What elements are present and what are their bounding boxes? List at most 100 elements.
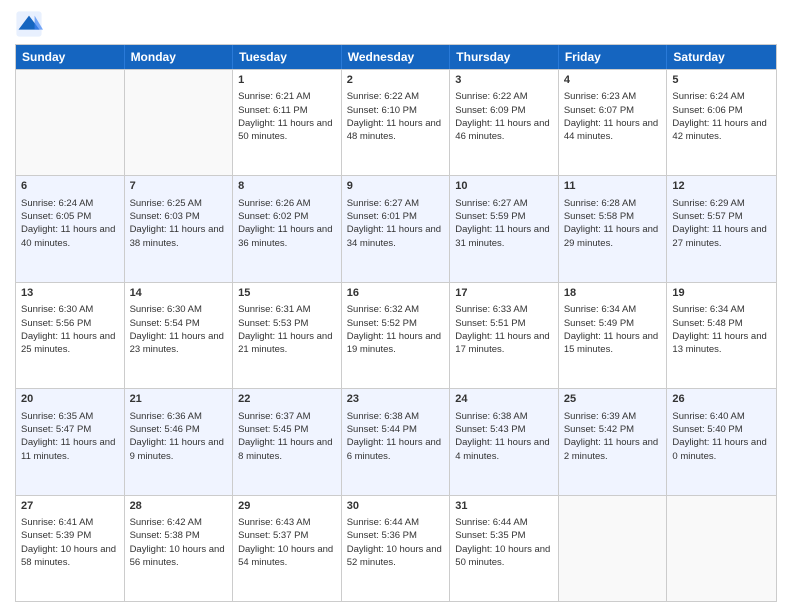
day-number: 1 xyxy=(238,73,336,88)
calendar-week-2: 6Sunrise: 6:24 AMSunset: 6:05 PMDaylight… xyxy=(16,175,776,281)
day-number: 7 xyxy=(130,179,228,194)
sunrise-text: Sunrise: 6:34 AM xyxy=(564,304,636,315)
daylight-text: Daylight: 11 hours and 40 minutes. xyxy=(21,224,115,248)
sunset-text: Sunset: 6:11 PM xyxy=(238,105,308,116)
sunset-text: Sunset: 6:10 PM xyxy=(347,105,417,116)
day-cell-23: 23 Sunrise: 6:38 AM Sunset: 5:44 PM Dayligh… xyxy=(342,389,451,494)
sunrise-text: Sunrise: 6:24 AM xyxy=(21,198,93,209)
daylight-text: Daylight: 11 hours and 15 minutes. xyxy=(564,331,658,355)
daylight-text: Daylight: 11 hours and 0 minutes. xyxy=(672,437,766,461)
day-cell-15: 15Sunrise: 6:31 AMSunset: 5:53 PMDayligh… xyxy=(233,283,342,388)
day-number: 2 xyxy=(347,73,445,88)
daylight-text: Daylight: 11 hours and 36 minutes. xyxy=(238,224,332,248)
daylight-text: Daylight: 10 hours and 58 minutes. xyxy=(21,544,116,568)
daylight-text: Daylight: 11 hours and 6 minutes. xyxy=(347,437,441,461)
day-number: 23 xyxy=(347,392,445,407)
daylight-text: Daylight: 11 hours and 29 minutes. xyxy=(564,224,658,248)
sunrise-text: Sunrise: 6:39 AM xyxy=(564,411,636,422)
day-number: 10 xyxy=(455,179,553,194)
sunrise-text: Sunrise: 6:35 AM xyxy=(21,411,93,422)
daylight-text: Daylight: 11 hours and 25 minutes. xyxy=(21,331,115,355)
day-number: 24 xyxy=(455,392,553,407)
day-number: 14 xyxy=(130,286,228,301)
day-number: 4 xyxy=(564,73,662,88)
day-cell-25: 25Sunrise: 6:39 AMSunset: 5:42 PMDayligh… xyxy=(559,389,668,494)
day-header-tuesday: Tuesday xyxy=(233,45,342,69)
day-cell-11: 11Sunrise: 6:28 AMSunset: 5:58 PMDayligh… xyxy=(559,176,668,281)
day-number: 8 xyxy=(238,179,336,194)
day-cell-26: 26Sunrise: 6:40 AMSunset: 5:40 PMDayligh… xyxy=(667,389,776,494)
daylight-text: Daylight: 11 hours and 4 minutes. xyxy=(455,437,549,461)
day-cell-20: 20 Sunrise: 6:35 AM Sunset: 5:47 PM Dayligh… xyxy=(16,389,125,494)
day-cell-1: 1Sunrise: 6:21 AMSunset: 6:11 PMDaylight… xyxy=(233,70,342,175)
sunrise-text: Sunrise: 6:23 AM xyxy=(564,91,636,102)
sunrise-text: Sunrise: 6:32 AM xyxy=(347,304,419,315)
daylight-text: Daylight: 11 hours and 46 minutes. xyxy=(455,118,549,142)
day-header-saturday: Saturday xyxy=(667,45,776,69)
sunrise-text: Sunrise: 6:26 AM xyxy=(238,198,310,209)
day-cell-6: 6Sunrise: 6:24 AMSunset: 6:05 PMDaylight… xyxy=(16,176,125,281)
sunset-text: Sunset: 5:38 PM xyxy=(130,530,200,541)
empty-cell xyxy=(16,70,125,175)
sunset-text: Sunset: 5:47 PM xyxy=(21,424,91,435)
day-cell-5: 5 Sunrise: 6:24 AM Sunset: 6:06 PM Daylight… xyxy=(667,70,776,175)
day-number: 17 xyxy=(455,286,553,301)
day-number: 16 xyxy=(347,286,445,301)
daylight-text: Daylight: 11 hours and 34 minutes. xyxy=(347,224,441,248)
sunrise-text: Sunrise: 6:44 AM xyxy=(347,517,419,528)
sunset-text: Sunset: 6:01 PM xyxy=(347,211,417,222)
sunset-text: Sunset: 5:54 PM xyxy=(130,318,200,329)
sunset-text: Sunset: 6:09 PM xyxy=(455,105,525,116)
day-cell-7: 7Sunrise: 6:25 AMSunset: 6:03 PMDaylight… xyxy=(125,176,234,281)
calendar-week-1: 1 Sunrise: 6:21 AM Sunset: 6:11 PM Daylight… xyxy=(16,69,776,175)
sunrise-text: Sunrise: 6:24 AM xyxy=(672,91,744,102)
day-cell-3: 3Sunrise: 6:22 AMSunset: 6:09 PMDaylight… xyxy=(450,70,559,175)
day-cell-9: 9 Sunrise: 6:27 AM Sunset: 6:01 PM Daylight… xyxy=(342,176,451,281)
sunrise-text: Sunrise: 6:30 AM xyxy=(21,304,93,315)
sunrise-text: Sunrise: 6:21 AM xyxy=(238,91,310,102)
daylight-text: Daylight: 11 hours and 13 minutes. xyxy=(672,331,766,355)
sunset-text: Sunset: 5:56 PM xyxy=(21,318,91,329)
sunset-text: Sunset: 5:44 PM xyxy=(347,424,417,435)
daylight-text: Daylight: 11 hours and 48 minutes. xyxy=(347,118,441,142)
sunset-text: Sunset: 5:51 PM xyxy=(455,318,525,329)
day-header-thursday: Thursday xyxy=(450,45,559,69)
sunset-text: Sunset: 5:52 PM xyxy=(347,318,417,329)
daylight-text: Daylight: 11 hours and 38 minutes. xyxy=(130,224,224,248)
day-number: 29 xyxy=(238,499,336,514)
sunrise-text: Sunrise: 6:25 AM xyxy=(130,198,202,209)
daylight-text: Daylight: 11 hours and 42 minutes. xyxy=(672,118,766,142)
sunset-text: Sunset: 5:40 PM xyxy=(672,424,742,435)
sunrise-text: Sunrise: 6:27 AM xyxy=(455,198,527,209)
sunrise-text: Sunrise: 6:27 AM xyxy=(347,198,419,209)
sunset-text: Sunset: 5:35 PM xyxy=(455,530,525,541)
sunrise-text: Sunrise: 6:38 AM xyxy=(347,411,419,422)
empty-cell xyxy=(559,496,668,601)
day-cell-10: 10Sunrise: 6:27 AMSunset: 5:59 PMDayligh… xyxy=(450,176,559,281)
day-cell-19: 19Sunrise: 6:34 AMSunset: 5:48 PMDayligh… xyxy=(667,283,776,388)
day-number: 6 xyxy=(21,179,119,194)
day-number: 20 xyxy=(21,392,119,407)
daylight-text: Daylight: 11 hours and 44 minutes. xyxy=(564,118,658,142)
day-number: 11 xyxy=(564,179,662,194)
day-cell-18: 18Sunrise: 6:34 AMSunset: 5:49 PMDayligh… xyxy=(559,283,668,388)
sunrise-text: Sunrise: 6:31 AM xyxy=(238,304,310,315)
daylight-text: Daylight: 11 hours and 11 minutes. xyxy=(21,437,115,461)
day-cell-16: 16Sunrise: 6:32 AMSunset: 5:52 PMDayligh… xyxy=(342,283,451,388)
sunset-text: Sunset: 6:07 PM xyxy=(564,105,634,116)
daylight-text: Daylight: 10 hours and 54 minutes. xyxy=(238,544,333,568)
day-number: 22 xyxy=(238,392,336,407)
day-cell-2: 2Sunrise: 6:22 AMSunset: 6:10 PMDaylight… xyxy=(342,70,451,175)
sunset-text: Sunset: 6:06 PM xyxy=(672,105,742,116)
day-number: 9 xyxy=(347,179,445,194)
day-number: 12 xyxy=(672,179,771,194)
header xyxy=(15,10,777,38)
day-number: 13 xyxy=(21,286,119,301)
sunrise-text: Sunrise: 6:22 AM xyxy=(455,91,527,102)
day-number: 5 xyxy=(672,73,771,88)
daylight-text: Daylight: 11 hours and 2 minutes. xyxy=(564,437,658,461)
day-cell-12: 12Sunrise: 6:29 AMSunset: 5:57 PMDayligh… xyxy=(667,176,776,281)
calendar-header-row: SundayMondayTuesdayWednesdayThursdayFrid… xyxy=(16,45,776,69)
day-number: 15 xyxy=(238,286,336,301)
day-number: 31 xyxy=(455,499,553,514)
